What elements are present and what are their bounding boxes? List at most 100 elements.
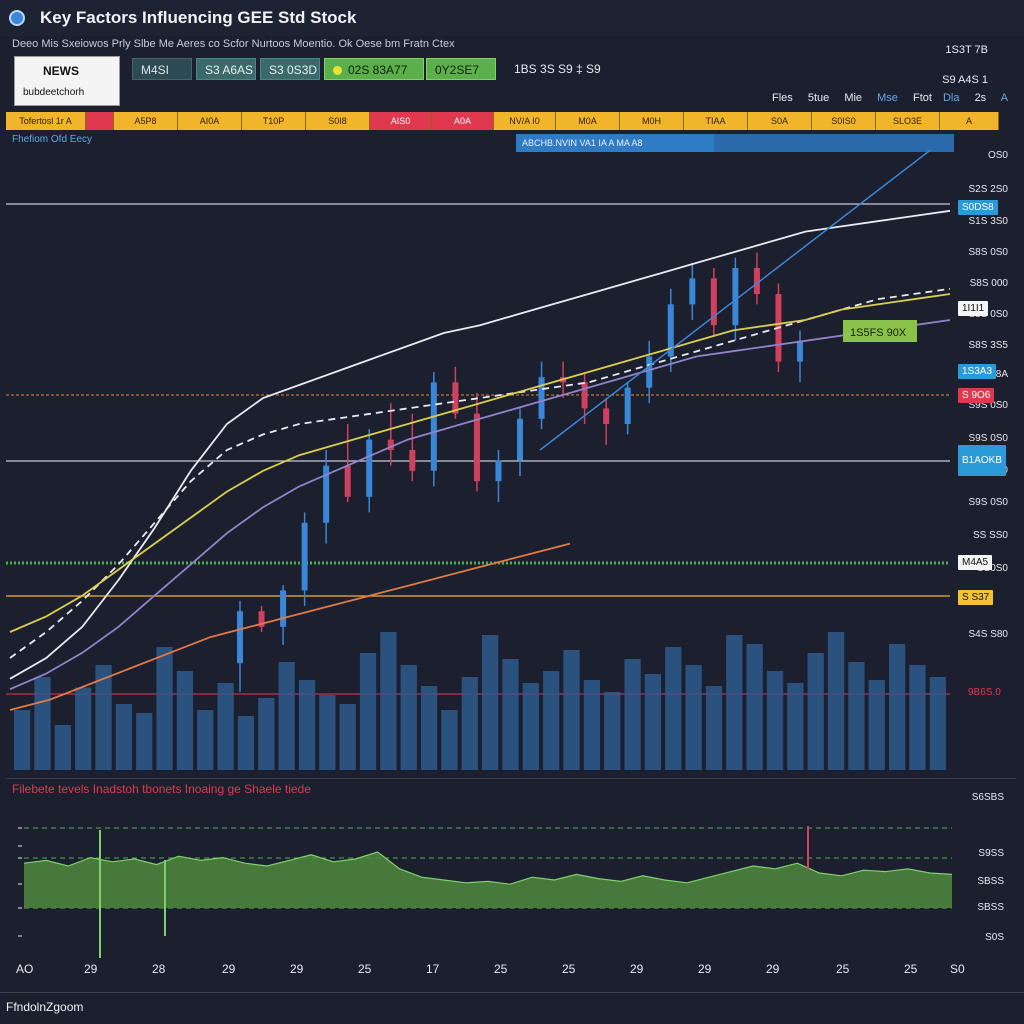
toolbar-button-4-label: 02S 83A77 (348, 63, 408, 77)
factor-tab-12[interactable]: TIAA (684, 112, 748, 130)
footer-divider (0, 992, 1024, 993)
toolbar-button-4[interactable]: 02S 83A77 (324, 58, 424, 80)
date-tick-label: 25 (358, 962, 372, 976)
date-tick-label: S0 (950, 962, 965, 976)
menu-item-5[interactable]: Ftot (913, 92, 932, 104)
candle-body (797, 340, 803, 362)
news-panel[interactable]: NEWS bubdeetchorh (14, 56, 120, 106)
price-tick-label: OS0 (987, 150, 1008, 161)
candle-body (495, 460, 502, 482)
factor-tab-9[interactable]: NV/A I0 (494, 112, 556, 130)
factor-tab-10[interactable]: M0A (556, 112, 620, 130)
toolbar-button-1[interactable]: M4SI (132, 58, 192, 80)
volume-bar (441, 710, 458, 770)
date-tick-label: 29 (630, 962, 644, 976)
factor-tab-7[interactable]: AIS0 (370, 112, 432, 130)
candle-body (603, 408, 610, 424)
menu-item-2[interactable]: 5tue (808, 92, 829, 104)
candle-body (409, 450, 416, 471)
news-title: NEWS (43, 64, 79, 78)
price-tag-2: 1I1I1 (958, 301, 989, 316)
moving-average-line-2 (9, 287, 951, 659)
candle-body (430, 382, 437, 471)
factor-tab-14[interactable]: S0IS0 (812, 112, 876, 130)
volume-bar (156, 647, 173, 770)
volume-bar (868, 680, 885, 770)
panel-divider (6, 778, 1016, 779)
price-tick-label: S9S 0S0 (968, 433, 1008, 444)
date-tick-label: 25 (494, 962, 508, 976)
factor-tab-2[interactable] (86, 112, 114, 130)
date-tick-label: 29 (698, 962, 712, 976)
oscillator-chart[interactable] (0, 800, 1024, 960)
factor-tab-13[interactable]: S0A (748, 112, 812, 130)
price-tick-label: S1S 3S0 (968, 216, 1008, 227)
price-chart[interactable]: 1S5FS 90X (0, 150, 1024, 772)
menu-item-1[interactable]: Fles (772, 92, 793, 104)
factor-tab-15[interactable]: SLO3E (876, 112, 940, 130)
menu-item-3[interactable]: Mie (844, 92, 862, 104)
volume-bar (176, 671, 194, 770)
volume-bar (380, 632, 397, 770)
menu-item-4[interactable]: Mse (877, 92, 898, 104)
volume-bar (888, 644, 906, 770)
volume-bar (482, 635, 499, 770)
volume-bar (34, 677, 51, 770)
factor-tab-4[interactable]: AI0A (178, 112, 242, 130)
candle-body (581, 382, 588, 409)
factor-tabs: Tofertosl 1r A A5P8 AI0A T10P S0I8 AIS0 A0A NV/… (6, 112, 1015, 130)
oscillator-area (24, 852, 952, 908)
volume-bar (766, 671, 784, 770)
toolbar-button-2-label: S3 A6AS (205, 63, 254, 77)
volume-bar (543, 671, 560, 770)
candle-body (689, 278, 696, 305)
volume-bar (75, 687, 92, 770)
oscillator-tick-label: SBSS (977, 902, 1004, 913)
candle-body (280, 590, 287, 627)
price-readout: 1BS 3S S9 ‡ S9 (514, 62, 601, 76)
volume-bar (359, 653, 377, 770)
status-dot-icon (333, 66, 342, 76)
factor-tab-6[interactable]: S0I8 (306, 112, 370, 130)
factor-tab-5[interactable]: T10P (242, 112, 306, 130)
toolbar-button-3[interactable]: S3 0S3D (260, 58, 320, 80)
candle-body (366, 439, 373, 497)
app-icon[interactable] (9, 10, 25, 26)
toolbar-button-1-label: M4SI (141, 63, 170, 77)
price-tick-label: S2S 2S0 (968, 184, 1008, 195)
volume-bar (644, 674, 662, 770)
date-tick-label: 29 (222, 962, 236, 976)
volume-bar (665, 647, 682, 770)
news-subtitle: bubdeetchorh (23, 87, 85, 98)
date-tick-label: 25 (904, 962, 918, 976)
volume-bar (461, 677, 478, 770)
volume-bar (54, 725, 71, 770)
menu-item-6[interactable]: Dla (943, 92, 960, 104)
volume-bar (705, 686, 723, 770)
volume-bar (746, 644, 763, 770)
menu-item-7[interactable]: 2s (975, 92, 987, 104)
factor-tab-16[interactable]: A (940, 112, 999, 130)
price-tag-7: S S37 (958, 590, 994, 605)
toolbar-button-5[interactable]: 0Y2SE7 (426, 58, 496, 80)
right-top-value-2: S9 A4S 1 (942, 74, 988, 86)
factor-tab-3[interactable]: A5P8 (114, 112, 178, 130)
trend-line (539, 150, 932, 451)
candle-body (344, 465, 351, 497)
candle-body (646, 356, 653, 388)
oscillator-title: Filebete tevels Inadstoh tbonets Inoaing… (12, 782, 311, 796)
factor-tab-11[interactable]: M0H (620, 112, 684, 130)
volume-bar (929, 677, 946, 770)
volume-bar (726, 635, 743, 770)
volume-bar (787, 683, 804, 770)
date-tick-label: 25 (562, 962, 576, 976)
factor-tab-8[interactable]: A0A (432, 112, 494, 130)
price-tag-6: M4A5 (958, 555, 993, 570)
candle-body (517, 418, 523, 461)
toolbar-button-2[interactable]: S3 A6AS (196, 58, 256, 80)
date-tick-label: 17 (426, 962, 440, 976)
menu-item-8[interactable]: A (1001, 92, 1008, 104)
factor-tab-1[interactable]: Tofertosl 1r A (6, 112, 86, 130)
window-title: Key Factors Influencing GEE Std Stock (40, 8, 357, 27)
volume-bar (420, 686, 438, 770)
